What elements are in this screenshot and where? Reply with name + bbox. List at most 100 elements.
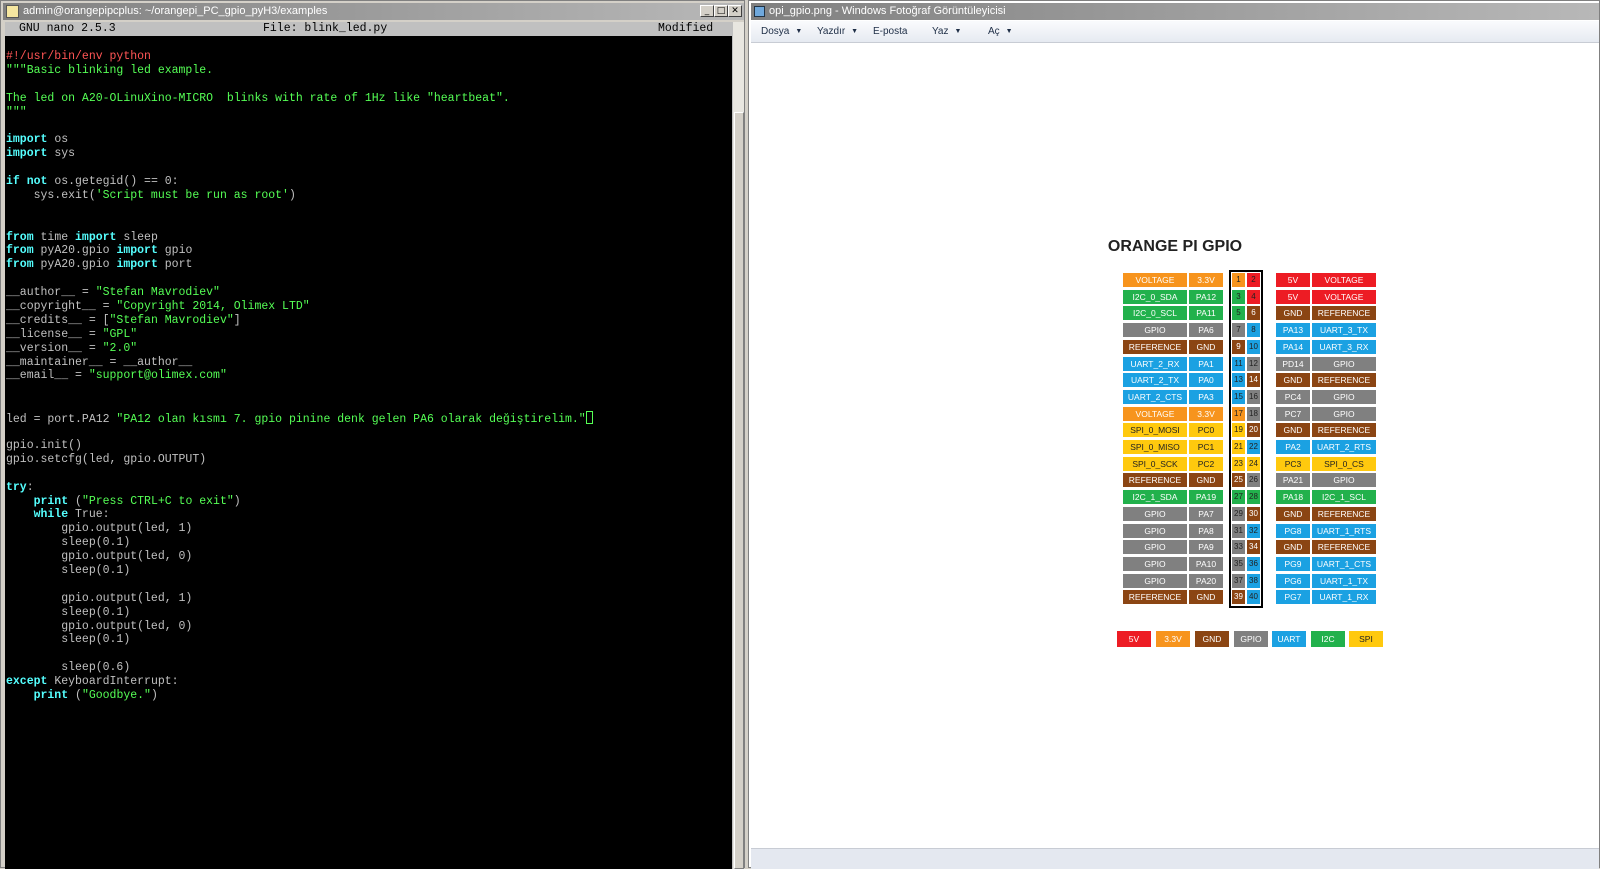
- gpio-lname-cell: VOLTAGE: [1123, 273, 1187, 287]
- code-line: gpio.output(led, 1): [6, 522, 593, 536]
- viewer-menubar: Dosya ▼ Yazdır ▼ E-posta Yaz ▼ Aç ▼: [751, 21, 1599, 43]
- code-token: if not: [6, 175, 48, 189]
- code-line: gpio.output(led, 0): [6, 550, 593, 564]
- gpio-rname-cell: REFERENCE: [1312, 423, 1376, 437]
- code-token: sys.exit(: [6, 188, 96, 202]
- gpio-lport-cell: PA12: [1189, 290, 1223, 304]
- code-line: if not os.getegid() == 0:: [6, 175, 593, 189]
- gpio-lport-cell: PA19: [1189, 490, 1223, 504]
- code-line: #!/usr/bin/env python: [6, 50, 593, 64]
- terminal-titlebar[interactable]: admin@orangepipcplus: ~/orangepi_PC_gpio…: [3, 3, 744, 20]
- code-line: sys.exit('Script must be run as root'): [6, 189, 593, 203]
- text-cursor: [585, 411, 593, 425]
- gpio-lname-cell: REFERENCE: [1123, 590, 1187, 604]
- gpio-rport-cell: PG7: [1276, 590, 1310, 604]
- code-token: (: [68, 494, 82, 508]
- code-line: sleep(0.6): [6, 661, 593, 675]
- code-token: except: [6, 675, 48, 689]
- code-line: try:: [6, 481, 593, 495]
- code-line: from time import sleep: [6, 231, 593, 245]
- gpio-lname-cell: UART_2_CTS: [1123, 390, 1187, 404]
- gpio-rport-cell: PA13: [1276, 323, 1310, 337]
- viewer-titlebar[interactable]: opi_gpio.png - Windows Fotoğraf Görüntül…: [751, 3, 1599, 20]
- gpio-lname-cell: SPI_0_SCK: [1123, 457, 1187, 471]
- gpio-lport-cell: 3.3V: [1189, 407, 1223, 421]
- legend-item: GND: [1195, 631, 1229, 647]
- scrollbar-thumb[interactable]: [734, 112, 744, 869]
- code-line: gpio.setcfg(led, gpio.OUTPUT): [6, 453, 593, 467]
- menu-label: Yazdır: [817, 26, 846, 37]
- nano-status: Modified: [658, 22, 714, 35]
- gpio-rport-cell: GND: [1276, 373, 1310, 387]
- code-token: pyA20.gpio: [33, 258, 117, 272]
- gpio-diagram-title: ORANGE PI GPIO: [1107, 238, 1243, 255]
- gpio-rname-cell: REFERENCE: [1312, 306, 1376, 320]
- menu-eposta[interactable]: E-posta: [873, 26, 907, 37]
- code-line: gpio.output(led, 1): [6, 592, 593, 606]
- terminal-scrollbar[interactable]: [732, 22, 744, 869]
- code-line: sleep(0.1): [6, 536, 593, 550]
- code-token: gpio.output(led, 1): [6, 591, 193, 605]
- menu-dosya[interactable]: Dosya ▼: [761, 26, 802, 37]
- gpio-lport-cell: PC2: [1189, 457, 1223, 471]
- menu-label: E-posta: [873, 26, 908, 37]
- gpio-lport-cell: PA10: [1189, 557, 1223, 571]
- gpio-lname-cell: GPIO: [1123, 557, 1187, 571]
- putty-icon: [6, 5, 19, 18]
- maximize-button[interactable]: □: [714, 5, 728, 17]
- menu-yaz[interactable]: Yaz ▼: [932, 26, 961, 37]
- code-token: "support@olimex.com": [88, 369, 227, 383]
- gpio-rport-cell: PC3: [1276, 457, 1310, 471]
- close-button[interactable]: ✕: [728, 5, 742, 17]
- terminal-screen[interactable]: GNU nano 2.5.3 File: blink_led.py Modifi…: [5, 22, 732, 869]
- code-token: gpio.output(led, 1): [6, 522, 193, 536]
- gpio-lport-cell: PA7: [1189, 507, 1223, 521]
- code-line: while True:: [6, 508, 593, 522]
- code-line: import sys: [6, 147, 593, 161]
- nano-version: GNU nano 2.5.3: [19, 22, 116, 35]
- menu-yazdir[interactable]: Yazdır ▼: [817, 26, 858, 37]
- code-token: try: [6, 480, 27, 494]
- code-token: __email__ =: [6, 369, 89, 383]
- code-line: __version__ = "2.0": [6, 342, 593, 356]
- legend-item: UART: [1272, 631, 1306, 647]
- code-token: __copyright__ =: [6, 300, 117, 314]
- gpio-lname-cell: I2C_0_SCL: [1123, 306, 1187, 320]
- code-token: "Press CTRL+C to exit": [81, 494, 234, 508]
- code-line: The led on A20-OLinuXino-MICRO blinks wi…: [6, 92, 593, 106]
- code-line: from pyA20.gpio import gpio: [6, 244, 593, 258]
- gpio-rport-cell: PC7: [1276, 407, 1310, 421]
- code-token: gpio.setcfg(led, gpio.OUTPUT): [6, 452, 207, 466]
- gpio-rport-cell: PA14: [1276, 340, 1310, 354]
- code-line: sleep(0.1): [6, 606, 593, 620]
- legend-item: GPIO: [1234, 631, 1268, 647]
- code-editor[interactable]: #!/usr/bin/env python """Basic blinking l…: [6, 50, 593, 703]
- code-line: print ("Press CTRL+C to exit"): [6, 495, 593, 509]
- gpio-lport-cell: 3.3V: [1189, 273, 1223, 287]
- code-token: sleep(0.6): [6, 661, 131, 675]
- code-token: sleep(0.1): [6, 605, 131, 619]
- code-token: gpio.output(led, 0): [6, 550, 193, 564]
- image-canvas[interactable]: ORANGE PI GPIO VOLTAGE 3.3V 1 2 5V VOLTAGE I2C…: [751, 44, 1599, 848]
- gpio-lname-cell: I2C_1_SDA: [1123, 490, 1187, 504]
- nano-filename: File: blink_led.py: [263, 22, 388, 35]
- dropdown-arrow-icon: ▼: [795, 28, 803, 35]
- menu-ac[interactable]: Aç ▼: [988, 26, 1013, 37]
- gpio-rname-cell: REFERENCE: [1312, 540, 1376, 554]
- code-token: """Basic blinking led example.: [6, 63, 214, 77]
- code-token: KeyboardInterrupt:: [47, 675, 179, 689]
- code-line: import os: [6, 133, 593, 147]
- gpio-rport-cell: GND: [1276, 507, 1310, 521]
- code-token: sleep(0.1): [6, 563, 131, 577]
- code-token: __version__ =: [6, 341, 103, 355]
- code-token: #!/usr/bin/env python: [6, 50, 151, 63]
- minimize-button[interactable]: _: [700, 5, 714, 17]
- code-token: print: [6, 688, 69, 702]
- code-line: from pyA20.gpio import port: [6, 258, 593, 272]
- code-token: "2.0": [102, 341, 138, 355]
- gpio-rport-cell: PA2: [1276, 440, 1310, 454]
- gpio-lname-cell: SPI_0_MISO: [1123, 440, 1187, 454]
